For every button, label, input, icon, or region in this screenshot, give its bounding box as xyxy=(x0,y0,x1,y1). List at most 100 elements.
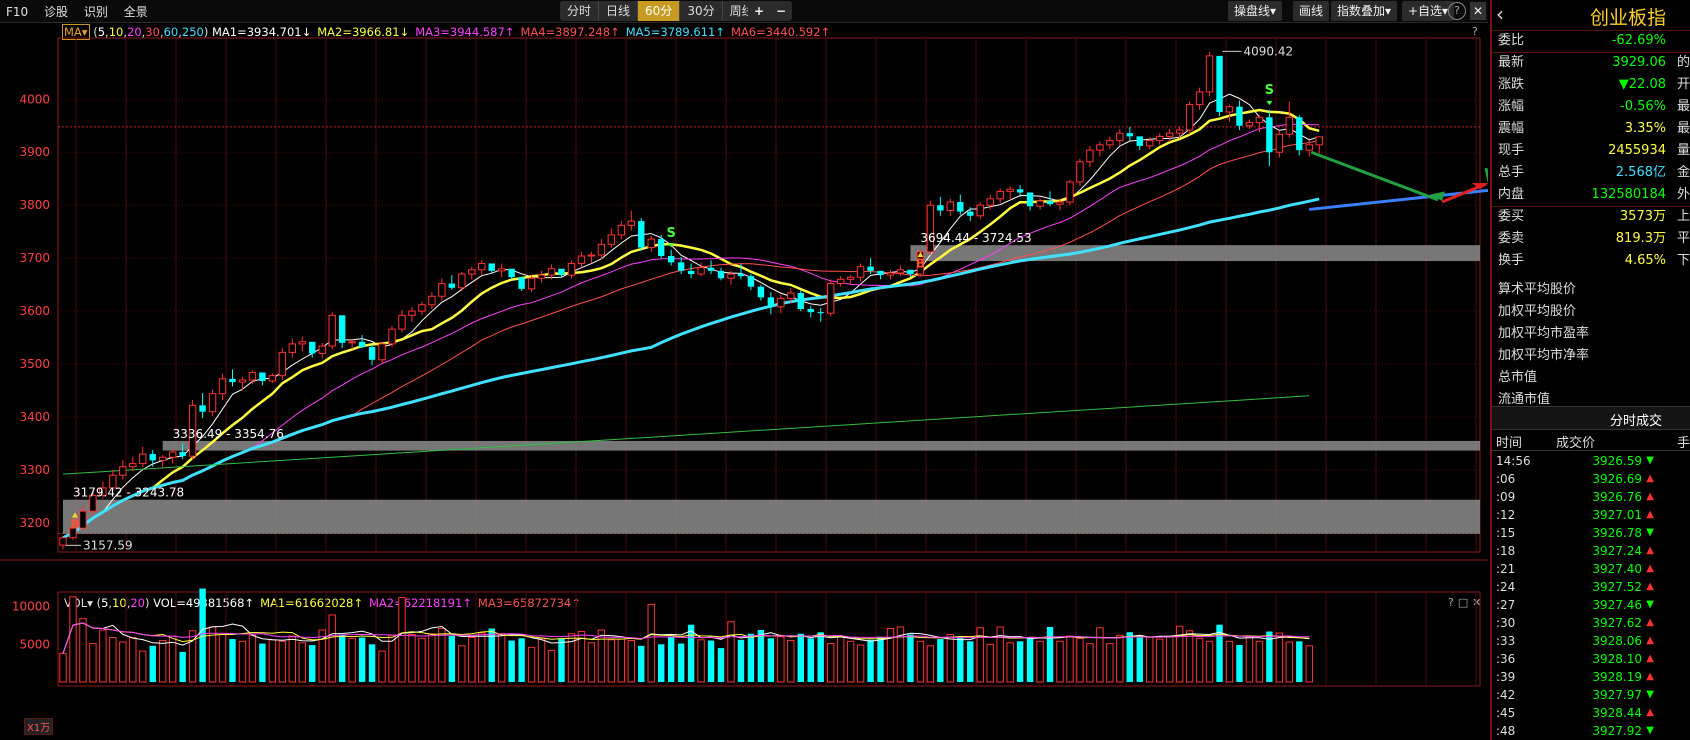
index-overlay-button[interactable]: 指数叠加▾ xyxy=(1331,1,1398,21)
volume-bar xyxy=(79,618,87,683)
candle-body xyxy=(856,266,865,278)
tick-price: 3927.01 xyxy=(1592,508,1642,522)
volume-bar xyxy=(1106,643,1114,683)
volume-bar xyxy=(1026,637,1034,682)
candle xyxy=(647,235,655,252)
candle-body xyxy=(867,266,874,271)
candle xyxy=(957,194,964,215)
zone-lower-label: 3179.42 - 3243.78 xyxy=(73,486,184,500)
quote-value: -62.69% xyxy=(1611,33,1666,48)
index-stat-label: 加权平均市盈率 xyxy=(1498,326,1590,341)
volume-bar xyxy=(238,640,247,683)
volume-bar xyxy=(1066,635,1074,683)
volume-bar xyxy=(388,634,396,683)
sell-signal-2: S xyxy=(1265,83,1274,98)
tick-price: 3927.40 xyxy=(1592,562,1642,576)
candle xyxy=(537,270,546,283)
candle-body xyxy=(468,269,476,275)
candle-body xyxy=(1305,144,1313,151)
candle xyxy=(1126,126,1133,141)
ma-line-ma1 xyxy=(62,93,1320,539)
candle xyxy=(328,312,336,350)
ticks-columns: 时间 成交价 手 xyxy=(1492,430,1690,451)
volume-bar xyxy=(1156,638,1164,683)
volume-bar xyxy=(867,639,874,682)
help-icon[interactable]: ? xyxy=(1448,2,1466,20)
tab-30min[interactable]: 30分 xyxy=(680,1,723,21)
candle-body xyxy=(697,267,705,275)
candle-body xyxy=(597,243,606,256)
tick-time: :12 xyxy=(1496,508,1516,522)
tick-row: :09 3926.76 ▲ xyxy=(1492,488,1690,506)
volume-bar xyxy=(937,639,944,682)
candle-body xyxy=(168,451,177,458)
candle xyxy=(497,263,506,278)
candle-body xyxy=(1165,132,1174,137)
candle-body xyxy=(1175,129,1184,134)
add-watchlist-button[interactable]: +自选▾ xyxy=(1402,1,1455,21)
volume-bar xyxy=(777,636,785,683)
candle-body xyxy=(278,351,287,377)
candle-body xyxy=(1126,133,1133,137)
zoom-out-button[interactable]: − xyxy=(770,1,792,21)
volume-bar xyxy=(259,643,266,682)
candle xyxy=(358,334,366,349)
candle xyxy=(488,263,495,273)
f10-link[interactable]: F10 xyxy=(6,5,28,19)
buy-signal-1: B xyxy=(70,517,79,531)
volume-bar xyxy=(159,640,167,683)
candle-body xyxy=(428,295,436,306)
tab-daily[interactable]: 日线 xyxy=(599,1,639,21)
candle xyxy=(607,228,616,248)
tick-row: :27 3927.46 ▼ xyxy=(1492,596,1690,614)
candle xyxy=(278,348,287,380)
candle-body xyxy=(1016,189,1024,193)
tab-intraday[interactable]: 分时 xyxy=(560,1,600,21)
tick-direction-icon: ▲ xyxy=(1646,491,1654,502)
candle-body xyxy=(1026,192,1034,207)
candle xyxy=(1216,55,1223,117)
volume-bar xyxy=(1296,641,1303,682)
candle xyxy=(508,268,515,280)
volume-bar xyxy=(129,637,137,683)
volume-bar xyxy=(916,640,925,683)
volume-bar xyxy=(1195,637,1204,683)
diagnose-link[interactable]: 诊股 xyxy=(44,5,68,19)
overview-link[interactable]: 全景 xyxy=(124,5,148,19)
candle xyxy=(627,210,635,231)
candle-body xyxy=(537,274,546,279)
candle-body xyxy=(1076,161,1084,183)
close-icon[interactable]: ✕ xyxy=(1470,2,1486,20)
volume-bar xyxy=(926,645,935,683)
kline-chart[interactable]: 4000 3900 3800 3700 3600 3500 3400 3300 3200 100… xyxy=(0,22,1488,740)
candle xyxy=(208,389,217,416)
volume-bar xyxy=(638,645,645,682)
candle xyxy=(707,260,715,275)
volume-bar xyxy=(747,633,755,682)
draw-line-button[interactable]: 画线 xyxy=(1293,1,1330,21)
volume-bar xyxy=(856,644,865,683)
tick-direction-icon: ▲ xyxy=(1646,707,1654,718)
candle-body xyxy=(1116,132,1124,142)
candle xyxy=(418,301,426,316)
tab-60min[interactable]: 60分 xyxy=(638,1,681,21)
quote-panel: ‹ 创业板指 委比 -62.69% 最新 3929.06 的涨跌 ▼22.08 开涨幅 -0.… xyxy=(1490,0,1690,740)
strategy-line-button[interactable]: 操盘线▾ xyxy=(1228,1,1283,21)
candle-body xyxy=(129,463,137,468)
tick-price: 3928.19 xyxy=(1592,670,1642,684)
quote-value: 3.35% xyxy=(1624,121,1666,136)
candle-body xyxy=(318,345,326,354)
volume-bar xyxy=(1275,632,1284,683)
candle xyxy=(268,373,277,384)
tick-direction-icon: ▼ xyxy=(1646,599,1654,610)
candle-body xyxy=(757,286,765,298)
identify-link[interactable]: 识别 xyxy=(84,5,108,19)
candle-body xyxy=(398,314,406,330)
back-icon[interactable]: ‹ xyxy=(1496,2,1504,26)
zoom-in-button[interactable]: + xyxy=(748,1,770,21)
volume-bar xyxy=(627,640,635,683)
volume-bar xyxy=(1036,640,1044,683)
candle xyxy=(428,292,436,309)
candle-body xyxy=(717,270,725,279)
candle xyxy=(807,305,814,318)
